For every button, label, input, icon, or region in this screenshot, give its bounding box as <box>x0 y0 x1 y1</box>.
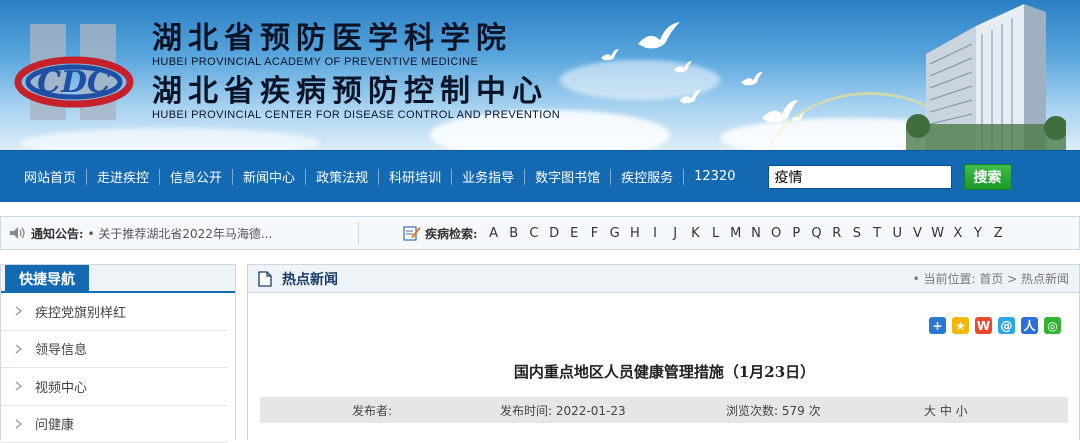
nav-item-policy[interactable]: 政策法规 <box>306 167 378 186</box>
share-bar: + ★ W @ 人 ◎ <box>929 317 1061 334</box>
edit-icon <box>403 224 421 242</box>
letter-link-w[interactable]: W <box>928 226 948 241</box>
letter-link-q[interactable]: Q <box>806 226 826 241</box>
letter-link-n[interactable]: N <box>746 226 766 241</box>
sidebar-item-party[interactable]: 疾控党旗别样红 <box>1 293 227 331</box>
notice-bar: 通知公告: • 关于推荐湖北省2022年马海德... 疾病检索: ABCDEFG… <box>0 216 1080 250</box>
meta-publisher: 发布者: <box>352 402 392 419</box>
sidebar-header: 快捷导航 <box>1 265 235 293</box>
main-nav: 网站首页 走进疾控 信息公开 新闻中心 政策法规 科研培训 业务指导 数字图书馆… <box>0 150 1080 202</box>
letter-link-f[interactable]: F <box>584 226 604 241</box>
sidebar-item-label: 疾控党旗别样红 <box>35 302 126 321</box>
center-title-en: HUBEI PROVINCIAL CENTER FOR DISEASE CONT… <box>152 109 560 122</box>
header-banner: CDC 湖北省预防医学科学院 HUBEI PROVINCIAL ACADEMY … <box>0 0 1080 150</box>
letter-link-h[interactable]: H <box>625 226 645 241</box>
letter-link-m[interactable]: M <box>726 226 746 241</box>
letter-link-u[interactable]: U <box>887 226 907 241</box>
dove-icon <box>636 20 682 54</box>
letter-link-x[interactable]: X <box>948 226 968 241</box>
sidebar-item-label: 视频中心 <box>35 377 87 396</box>
letter-link-r[interactable]: R <box>827 226 847 241</box>
letter-link-o[interactable]: O <box>766 226 786 241</box>
building-illustration <box>906 4 1066 150</box>
share-qzone-icon[interactable]: ★ <box>952 317 969 334</box>
letter-link-b[interactable]: B <box>504 226 524 241</box>
document-icon <box>258 271 272 287</box>
speaker-icon <box>9 226 27 240</box>
nav-item-research[interactable]: 科研培训 <box>379 167 451 186</box>
share-more-icon[interactable]: + <box>929 317 946 334</box>
share-tencent-icon[interactable]: @ <box>998 317 1015 334</box>
quick-nav-sidebar: 快捷导航 疾控党旗别样红 领导信息 视频中心 问健康 <box>0 264 236 440</box>
notice-section: 通知公告: • 关于推荐湖北省2022年马海德... <box>1 222 359 244</box>
nav-item-disclosure[interactable]: 信息公开 <box>160 167 232 186</box>
nav-item-news[interactable]: 新闻中心 <box>233 167 305 186</box>
search-input[interactable] <box>768 165 952 189</box>
article-meta: 发布者: 发布时间: 2022-01-23 浏览次数: 579 次 大 中 小 <box>260 397 1068 423</box>
letter-link-e[interactable]: E <box>564 226 584 241</box>
letter-link-k[interactable]: K <box>685 226 705 241</box>
nav-item-home[interactable]: 网站首页 <box>14 167 86 186</box>
academy-title: 湖北省预防医学科学院 <box>152 22 560 56</box>
academy-title-en: HUBEI PROVINCIAL ACADEMY OF PREVENTIVE M… <box>152 56 560 69</box>
share-renren-icon[interactable]: 人 <box>1021 317 1038 334</box>
chevron-right-icon <box>15 381 23 391</box>
dove-icon <box>740 70 764 88</box>
section-title: 热点新闻 <box>282 269 338 289</box>
notice-label: 通知公告: <box>31 225 83 242</box>
letter-link-s[interactable]: S <box>847 226 867 241</box>
share-wechat-icon[interactable]: ◎ <box>1044 317 1061 334</box>
search-button[interactable]: 搜索 <box>964 164 1012 190</box>
sidebar-item-health-qa[interactable]: 问健康 <box>1 406 227 443</box>
dove-icon <box>672 60 694 74</box>
letter-index: ABCDEFGHIJKLMNOPQRSTUVWXYZ <box>483 226 1008 241</box>
letter-link-d[interactable]: D <box>544 226 564 241</box>
nav-item-guidance[interactable]: 业务指导 <box>452 167 524 186</box>
sidebar-item-leaders[interactable]: 领导信息 <box>1 331 227 369</box>
article-panel: 热点新闻 • 当前位置: 首页 > 热点新闻 + ★ W @ 人 ◎ 国内重点地… <box>247 264 1080 440</box>
meta-views: 浏览次数: 579 次 <box>726 402 821 419</box>
nav-item-hotline[interactable]: 12320 <box>684 169 745 184</box>
dove-icon <box>790 112 806 122</box>
sidebar-item-label: 领导信息 <box>35 339 87 358</box>
nav-item-about[interactable]: 走进疾控 <box>87 167 159 186</box>
chevron-right-icon <box>15 344 23 354</box>
meta-date: 发布时间: 2022-01-23 <box>500 402 626 419</box>
letter-link-a[interactable]: A <box>483 226 503 241</box>
chevron-right-icon <box>15 306 23 316</box>
nav-item-services[interactable]: 疾控服务 <box>611 167 683 186</box>
letter-link-i[interactable]: I <box>645 226 665 241</box>
notice-link[interactable]: • 关于推荐湖北省2022年马海德... <box>87 225 272 242</box>
sidebar-item-video[interactable]: 视频中心 <box>1 368 227 406</box>
disease-search-label: 疾病检索: <box>425 225 477 242</box>
dove-icon <box>678 88 702 106</box>
letter-link-v[interactable]: V <box>907 226 927 241</box>
logo-text: CDC <box>37 65 111 100</box>
nav-item-library[interactable]: 数字图书馆 <box>525 167 610 186</box>
letter-link-l[interactable]: L <box>706 226 726 241</box>
sidebar-item-label: 问健康 <box>35 414 74 433</box>
cdc-logo[interactable]: CDC <box>10 18 140 130</box>
title-block: 湖北省预防医学科学院 HUBEI PROVINCIAL ACADEMY OF P… <box>152 22 560 122</box>
disease-search: 疾病检索: ABCDEFGHIJKLMNOPQRSTUVWXYZ <box>403 224 1008 242</box>
letter-link-y[interactable]: Y <box>968 226 988 241</box>
letter-link-z[interactable]: Z <box>988 226 1008 241</box>
letter-link-p[interactable]: P <box>786 226 806 241</box>
breadcrumb[interactable]: • 当前位置: 首页 > 热点新闻 <box>913 270 1069 287</box>
sidebar-title: 快捷导航 <box>5 265 89 293</box>
letter-link-g[interactable]: G <box>605 226 625 241</box>
font-size-switch[interactable]: 大 中 小 <box>924 402 968 419</box>
share-weibo-icon[interactable]: W <box>975 317 992 334</box>
center-title: 湖北省疾病预防控制中心 <box>152 75 560 109</box>
panel-header: 热点新闻 • 当前位置: 首页 > 热点新闻 <box>248 265 1079 293</box>
article-title: 国内重点地区人员健康管理措施（1月23日） <box>248 361 1080 382</box>
letter-link-c[interactable]: C <box>524 226 544 241</box>
letter-link-j[interactable]: J <box>665 226 685 241</box>
chevron-right-icon <box>15 419 23 429</box>
letter-link-t[interactable]: T <box>867 226 887 241</box>
dove-icon <box>600 48 620 62</box>
